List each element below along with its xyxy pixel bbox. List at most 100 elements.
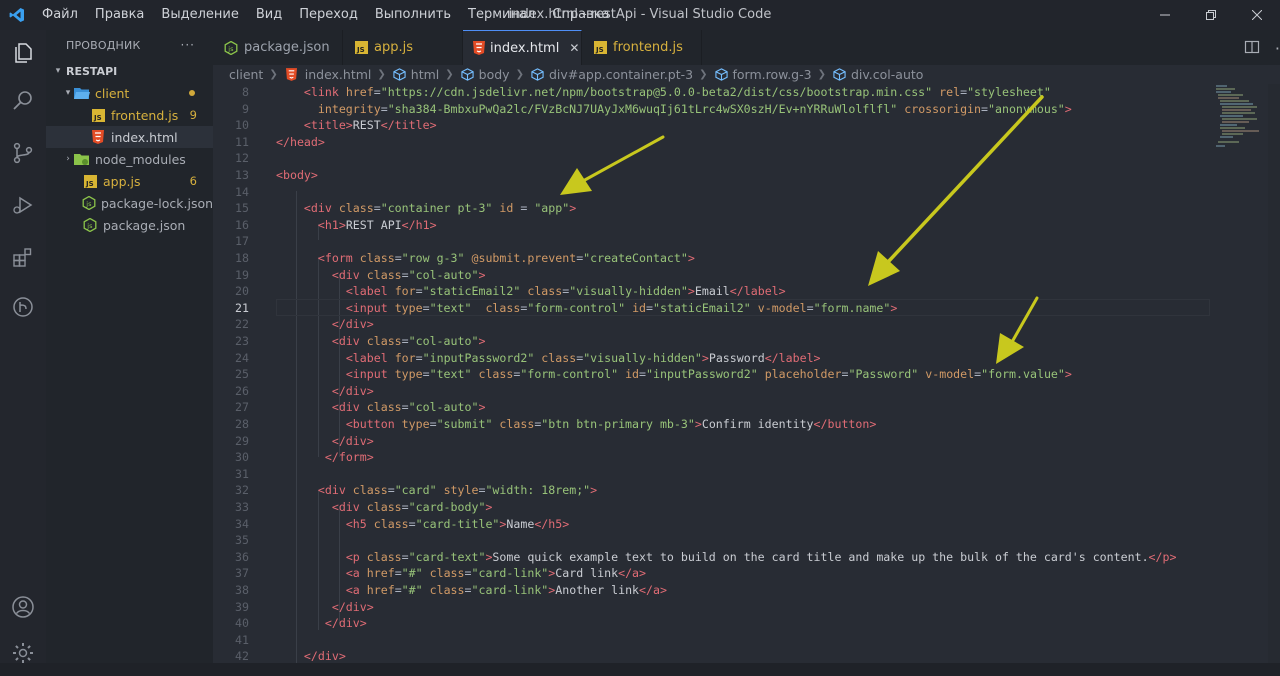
menu-file[interactable]: Файл	[34, 0, 87, 30]
line-number: 33	[235, 500, 249, 514]
activity-bar	[0, 30, 46, 663]
run-debug-icon	[13, 196, 33, 214]
tree-item-label: app.js	[103, 173, 141, 189]
code-line: <input type="text" class="form-control" …	[345, 367, 1072, 382]
line-number: 28	[235, 417, 249, 431]
folder-open-icon	[74, 85, 90, 101]
problems-badge: 9	[189, 108, 197, 122]
tree-item-label: frontend.js	[111, 107, 179, 123]
extensions-button[interactable]	[0, 234, 46, 280]
search-icon	[13, 91, 32, 110]
breadcrumb-item[interactable]: html	[411, 67, 439, 82]
remote-explorer-button[interactable]	[0, 284, 46, 330]
minimize-icon	[1160, 14, 1170, 16]
tree-item-package-json[interactable]: js package.json	[46, 214, 213, 236]
line-number: 26	[235, 383, 249, 398]
explorer-button[interactable]	[0, 30, 46, 76]
code-line: <form class="row g-3" @submit.prevent="c…	[317, 251, 695, 265]
menu-help[interactable]: Справка	[544, 0, 618, 30]
code-line: <h1>REST API</h1>	[317, 217, 437, 232]
js-file-icon: JS	[82, 173, 98, 189]
code-line: <div class="col-auto">	[331, 400, 486, 415]
breadcrumb-item[interactable]: body	[479, 67, 510, 82]
svg-text:JS: JS	[356, 46, 365, 54]
accounts-button[interactable]	[0, 584, 46, 630]
html-file-icon	[473, 40, 485, 56]
close-button[interactable]	[1234, 0, 1280, 30]
line-number: 32	[235, 483, 249, 498]
code-line: <title>REST</title>	[303, 118, 437, 133]
code-line: <button type="submit" class="btn btn-pri…	[345, 417, 877, 431]
tree-item-index-html[interactable]: index.html	[46, 126, 213, 148]
tree-item-client[interactable]: ▾ client	[46, 82, 213, 104]
menu-selection[interactable]: Выделение	[153, 0, 247, 30]
more-actions-icon[interactable]: ···	[181, 38, 195, 52]
code-line: </div>	[331, 433, 374, 448]
source-control-button[interactable]	[0, 130, 46, 176]
menu-terminal[interactable]: Терминал	[460, 0, 544, 30]
tree-item-frontend-js[interactable]: JS frontend.js 9	[46, 104, 213, 126]
tree-item-node-modules[interactable]: › node_modules	[46, 148, 213, 170]
html-file-icon	[284, 67, 300, 83]
line-number: 31	[235, 466, 249, 481]
breadcrumb-item[interactable]: div.col-auto	[851, 67, 923, 82]
vertical-scrollbar[interactable]	[1268, 84, 1280, 663]
code-line: <div class="card-body">	[331, 500, 493, 514]
tree-item-label: index.html	[111, 129, 178, 145]
tree-item-package-lock-json[interactable]: js package-lock.json	[46, 192, 213, 214]
element-icon	[392, 67, 408, 83]
breadcrumb-item[interactable]: client	[229, 67, 263, 82]
tab-frontend-js[interactable]: JS frontend.js	[582, 30, 702, 65]
minimap[interactable]	[1213, 84, 1268, 663]
menu-edit[interactable]: Правка	[87, 0, 153, 30]
menu-run[interactable]: Выполнить	[367, 0, 460, 30]
close-tab-icon[interactable]: ✕	[569, 41, 579, 55]
code-line: <link href="https://cdn.jsdelivr.net/npm…	[303, 85, 1051, 99]
line-number-current: 21	[235, 300, 249, 315]
line-number: 16	[235, 217, 249, 232]
tab-index-html[interactable]: index.html ✕	[463, 30, 582, 65]
menu-view[interactable]: Вид	[248, 0, 291, 30]
split-editor-icon[interactable]	[1244, 39, 1260, 59]
line-number: 29	[235, 433, 249, 448]
breadcrumb-item[interactable]: div#app.container.pt-3	[549, 67, 693, 82]
workspace-root[interactable]: ▾ RESTAPI	[46, 60, 213, 82]
svg-text:js: js	[85, 200, 92, 208]
breadcrumb-item[interactable]: index.html	[305, 67, 372, 82]
line-number: 30	[235, 450, 249, 465]
explorer-sidebar: ПРОВОДНИК ··· ▾ RESTAPI ▾ client JS fron…	[46, 30, 213, 663]
menu-go[interactable]: Переход	[291, 0, 367, 30]
tree-item-label: package-lock.json	[101, 195, 214, 211]
breadcrumb-item[interactable]: form.row.g-3	[733, 67, 812, 82]
editor-tabs: js package.json JS app.js index.html ✕ J…	[213, 30, 1280, 65]
tab-label: package.json	[244, 40, 330, 55]
line-number: 36	[235, 549, 249, 564]
nodejs-file-icon: js	[82, 217, 98, 233]
more-icon[interactable]: ·	[1275, 39, 1280, 58]
element-icon	[530, 67, 546, 83]
code-editor[interactable]: 8 9 10 11 12 13 14 15 16 17 18 19 20 21 …	[213, 84, 1280, 663]
chevron-down-icon: ▾	[55, 66, 61, 76]
manage-button[interactable]	[0, 630, 46, 676]
code-line: <input type="text" class="form-control" …	[345, 300, 898, 315]
run-debug-button[interactable]	[0, 182, 46, 228]
line-number: 23	[235, 334, 249, 348]
line-number: 19	[235, 267, 249, 282]
js-file-icon: JS	[90, 107, 106, 123]
chevron-right-icon: ❯	[445, 69, 454, 80]
svg-text:js: js	[227, 44, 234, 52]
vscode-logo-icon	[0, 0, 34, 30]
code-line: <h5 class="card-title">Name</h5>	[345, 516, 570, 531]
tab-package-json[interactable]: js package.json	[213, 30, 343, 65]
tab-label: frontend.js	[613, 40, 683, 55]
line-number: 42	[235, 649, 249, 663]
tab-app-js[interactable]: JS app.js	[343, 30, 463, 65]
line-number: 39	[235, 599, 249, 614]
code-line: <label for="inputPassword2" class="visua…	[345, 350, 821, 365]
code-line: <div class="col-auto">	[331, 334, 486, 348]
search-button[interactable]	[0, 78, 46, 124]
minimize-button[interactable]	[1142, 0, 1188, 30]
restore-button[interactable]	[1188, 0, 1234, 30]
tree-item-app-js[interactable]: JS app.js 6	[46, 170, 213, 192]
chevron-right-icon: ❯	[817, 69, 826, 80]
